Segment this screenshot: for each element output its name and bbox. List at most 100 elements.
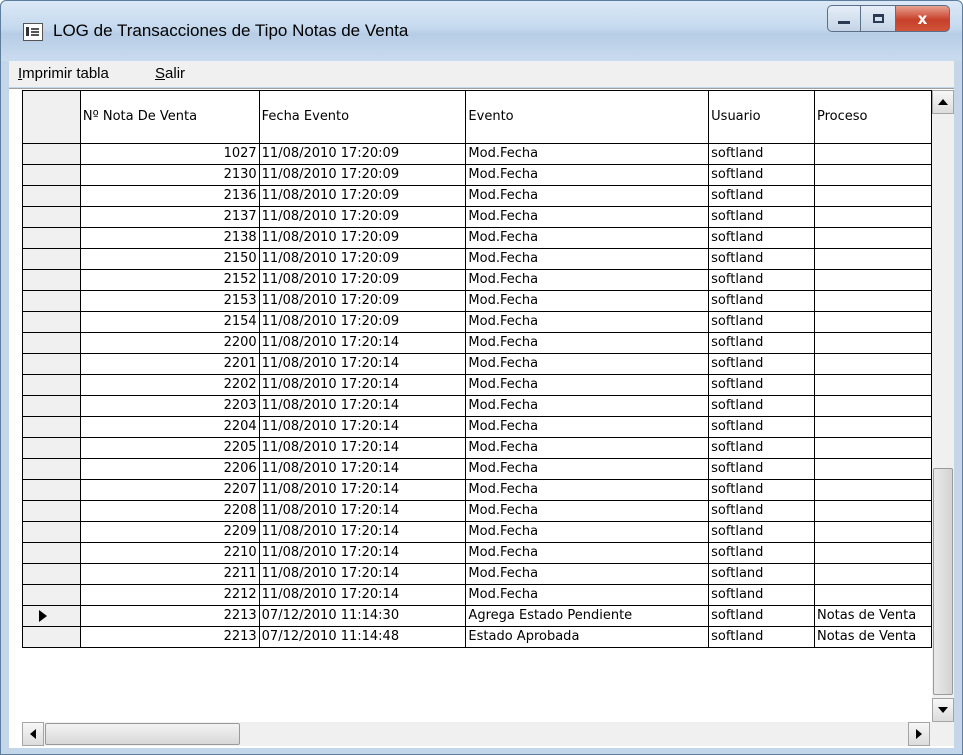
row-selector[interactable] bbox=[22, 185, 81, 207]
proceso-cell[interactable] bbox=[813, 185, 932, 207]
row-selector[interactable] bbox=[22, 437, 81, 459]
nota-venta-cell[interactable]: 2150 bbox=[79, 248, 260, 270]
fecha-evento-cell[interactable]: 11/08/2010 17:20:14 bbox=[258, 479, 467, 501]
row-selector[interactable] bbox=[22, 164, 81, 186]
evento-cell[interactable]: Mod.Fecha bbox=[465, 416, 710, 438]
evento-cell[interactable]: Mod.Fecha bbox=[465, 374, 710, 396]
fecha-evento-cell[interactable]: 11/08/2010 17:20:09 bbox=[258, 206, 467, 228]
evento-cell[interactable]: Mod.Fecha bbox=[465, 311, 710, 333]
proceso-cell[interactable] bbox=[813, 500, 932, 522]
nota-venta-cell[interactable]: 2200 bbox=[79, 332, 260, 354]
evento-cell[interactable]: Mod.Fecha bbox=[465, 290, 710, 312]
scroll-up-button[interactable] bbox=[932, 90, 954, 114]
proceso-cell[interactable] bbox=[813, 479, 932, 501]
usuario-cell[interactable]: softland bbox=[708, 479, 815, 501]
evento-cell[interactable]: Mod.Fecha bbox=[465, 227, 710, 249]
data-grid[interactable]: Nº Nota De Venta Fecha Evento Evento Usu… bbox=[22, 90, 932, 722]
usuario-cell[interactable]: softland bbox=[708, 437, 815, 459]
fecha-evento-cell[interactable]: 11/08/2010 17:20:09 bbox=[258, 290, 467, 312]
fecha-evento-cell[interactable]: 11/08/2010 17:20:14 bbox=[258, 458, 467, 480]
proceso-cell[interactable] bbox=[813, 332, 932, 354]
table-row[interactable]: 2130 11/08/2010 17:20:09 Mod.Fecha softland bbox=[22, 164, 932, 186]
nota-venta-cell[interactable]: 2154 bbox=[79, 311, 260, 333]
table-row[interactable]: 2201 11/08/2010 17:20:14 Mod.Fecha softland bbox=[22, 353, 932, 375]
evento-cell[interactable]: Agrega Estado Pendiente bbox=[465, 605, 710, 627]
fecha-evento-cell[interactable]: 11/08/2010 17:20:14 bbox=[258, 563, 467, 585]
usuario-cell[interactable]: softland bbox=[708, 542, 815, 564]
table-row[interactable]: 2206 11/08/2010 17:20:14 Mod.Fecha softland bbox=[22, 458, 932, 480]
evento-cell[interactable]: Mod.Fecha bbox=[465, 353, 710, 375]
evento-cell[interactable]: Mod.Fecha bbox=[465, 584, 710, 606]
nota-venta-cell[interactable]: 2204 bbox=[79, 416, 260, 438]
row-selector[interactable] bbox=[22, 311, 81, 333]
row-selector[interactable] bbox=[22, 416, 81, 438]
vertical-scrollbar[interactable] bbox=[932, 90, 954, 722]
table-row[interactable]: 2200 11/08/2010 17:20:14 Mod.Fecha softland bbox=[22, 332, 932, 354]
usuario-cell[interactable]: softland bbox=[708, 248, 815, 270]
proceso-cell[interactable] bbox=[813, 311, 932, 333]
table-row[interactable]: 2213 07/12/2010 11:14:30 Agrega Estado Pen… bbox=[22, 605, 932, 627]
table-row[interactable]: 2204 11/08/2010 17:20:14 Mod.Fecha softland bbox=[22, 416, 932, 438]
usuario-cell[interactable]: softland bbox=[708, 521, 815, 543]
evento-cell[interactable]: Mod.Fecha bbox=[465, 479, 710, 501]
fecha-evento-cell[interactable]: 11/08/2010 17:20:09 bbox=[258, 164, 467, 186]
table-row[interactable]: 2203 11/08/2010 17:20:14 Mod.Fecha softland bbox=[22, 395, 932, 417]
fecha-evento-cell[interactable]: 11/08/2010 17:20:14 bbox=[258, 521, 467, 543]
row-selector[interactable] bbox=[22, 458, 81, 480]
fecha-evento-cell[interactable]: 11/08/2010 17:20:14 bbox=[258, 395, 467, 417]
table-row[interactable]: 2208 11/08/2010 17:20:14 Mod.Fecha softland bbox=[22, 500, 932, 522]
row-selector[interactable] bbox=[22, 584, 81, 606]
usuario-cell[interactable]: softland bbox=[708, 206, 815, 228]
proceso-cell[interactable] bbox=[813, 269, 932, 291]
evento-cell[interactable]: Mod.Fecha bbox=[465, 206, 710, 228]
table-row[interactable]: 2210 11/08/2010 17:20:14 Mod.Fecha softland bbox=[22, 542, 932, 564]
fecha-evento-cell[interactable]: 11/08/2010 17:20:14 bbox=[258, 416, 467, 438]
fecha-evento-cell[interactable]: 11/08/2010 17:20:09 bbox=[258, 311, 467, 333]
vertical-scroll-thumb[interactable] bbox=[933, 468, 953, 695]
proceso-cell[interactable] bbox=[813, 542, 932, 564]
table-row[interactable]: 2205 11/08/2010 17:20:14 Mod.Fecha softland bbox=[22, 437, 932, 459]
row-selector[interactable] bbox=[22, 395, 81, 417]
scroll-right-button[interactable] bbox=[908, 722, 930, 746]
menu-imprimir-tabla[interactable]: Imprimir tabla bbox=[18, 65, 109, 82]
usuario-cell[interactable]: softland bbox=[708, 395, 815, 417]
fecha-evento-cell[interactable]: 11/08/2010 17:20:14 bbox=[258, 353, 467, 375]
usuario-cell[interactable]: softland bbox=[708, 269, 815, 291]
proceso-cell[interactable] bbox=[813, 458, 932, 480]
nota-venta-cell[interactable]: 2210 bbox=[79, 542, 260, 564]
horizontal-scroll-thumb[interactable] bbox=[45, 723, 240, 745]
fecha-evento-cell[interactable]: 11/08/2010 17:20:09 bbox=[258, 269, 467, 291]
proceso-cell[interactable] bbox=[813, 584, 932, 606]
nota-venta-cell[interactable]: 2209 bbox=[79, 521, 260, 543]
table-row[interactable]: 2137 11/08/2010 17:20:09 Mod.Fecha softland bbox=[22, 206, 932, 228]
column-header[interactable]: Usuario bbox=[708, 90, 815, 144]
title-bar[interactable]: LOG de Transacciones de Tipo Notas de Ve… bbox=[1, 1, 962, 61]
column-header[interactable]: Nº Nota De Venta bbox=[79, 90, 260, 144]
proceso-cell[interactable] bbox=[813, 353, 932, 375]
fecha-evento-cell[interactable]: 07/12/2010 11:14:30 bbox=[258, 605, 467, 627]
proceso-cell[interactable] bbox=[813, 416, 932, 438]
row-selector[interactable] bbox=[22, 521, 81, 543]
nota-venta-cell[interactable]: 2206 bbox=[79, 458, 260, 480]
proceso-cell[interactable]: Notas de Venta bbox=[813, 605, 932, 627]
proceso-cell[interactable] bbox=[813, 395, 932, 417]
evento-cell[interactable]: Mod.Fecha bbox=[465, 185, 710, 207]
nota-venta-cell[interactable]: 2136 bbox=[79, 185, 260, 207]
table-row[interactable]: 2150 11/08/2010 17:20:09 Mod.Fecha softland bbox=[22, 248, 932, 270]
evento-cell[interactable]: Mod.Fecha bbox=[465, 437, 710, 459]
row-selector[interactable] bbox=[22, 332, 81, 354]
scroll-down-button[interactable] bbox=[932, 698, 954, 722]
usuario-cell[interactable]: softland bbox=[708, 605, 815, 627]
app-icon[interactable] bbox=[23, 23, 43, 41]
usuario-cell[interactable]: softland bbox=[708, 311, 815, 333]
row-selector[interactable] bbox=[22, 269, 81, 291]
proceso-cell[interactable] bbox=[813, 437, 932, 459]
row-selector[interactable] bbox=[22, 227, 81, 249]
nota-venta-cell[interactable]: 2207 bbox=[79, 479, 260, 501]
evento-cell[interactable]: Mod.Fecha bbox=[465, 269, 710, 291]
table-row[interactable]: 2153 11/08/2010 17:20:09 Mod.Fecha softland bbox=[22, 290, 932, 312]
table-row[interactable]: 2213 07/12/2010 11:14:48 Estado Aprobada so… bbox=[22, 626, 932, 648]
proceso-cell[interactable]: Notas de Venta bbox=[813, 626, 932, 648]
fecha-evento-cell[interactable]: 11/08/2010 17:20:09 bbox=[258, 185, 467, 207]
usuario-cell[interactable]: softland bbox=[708, 584, 815, 606]
